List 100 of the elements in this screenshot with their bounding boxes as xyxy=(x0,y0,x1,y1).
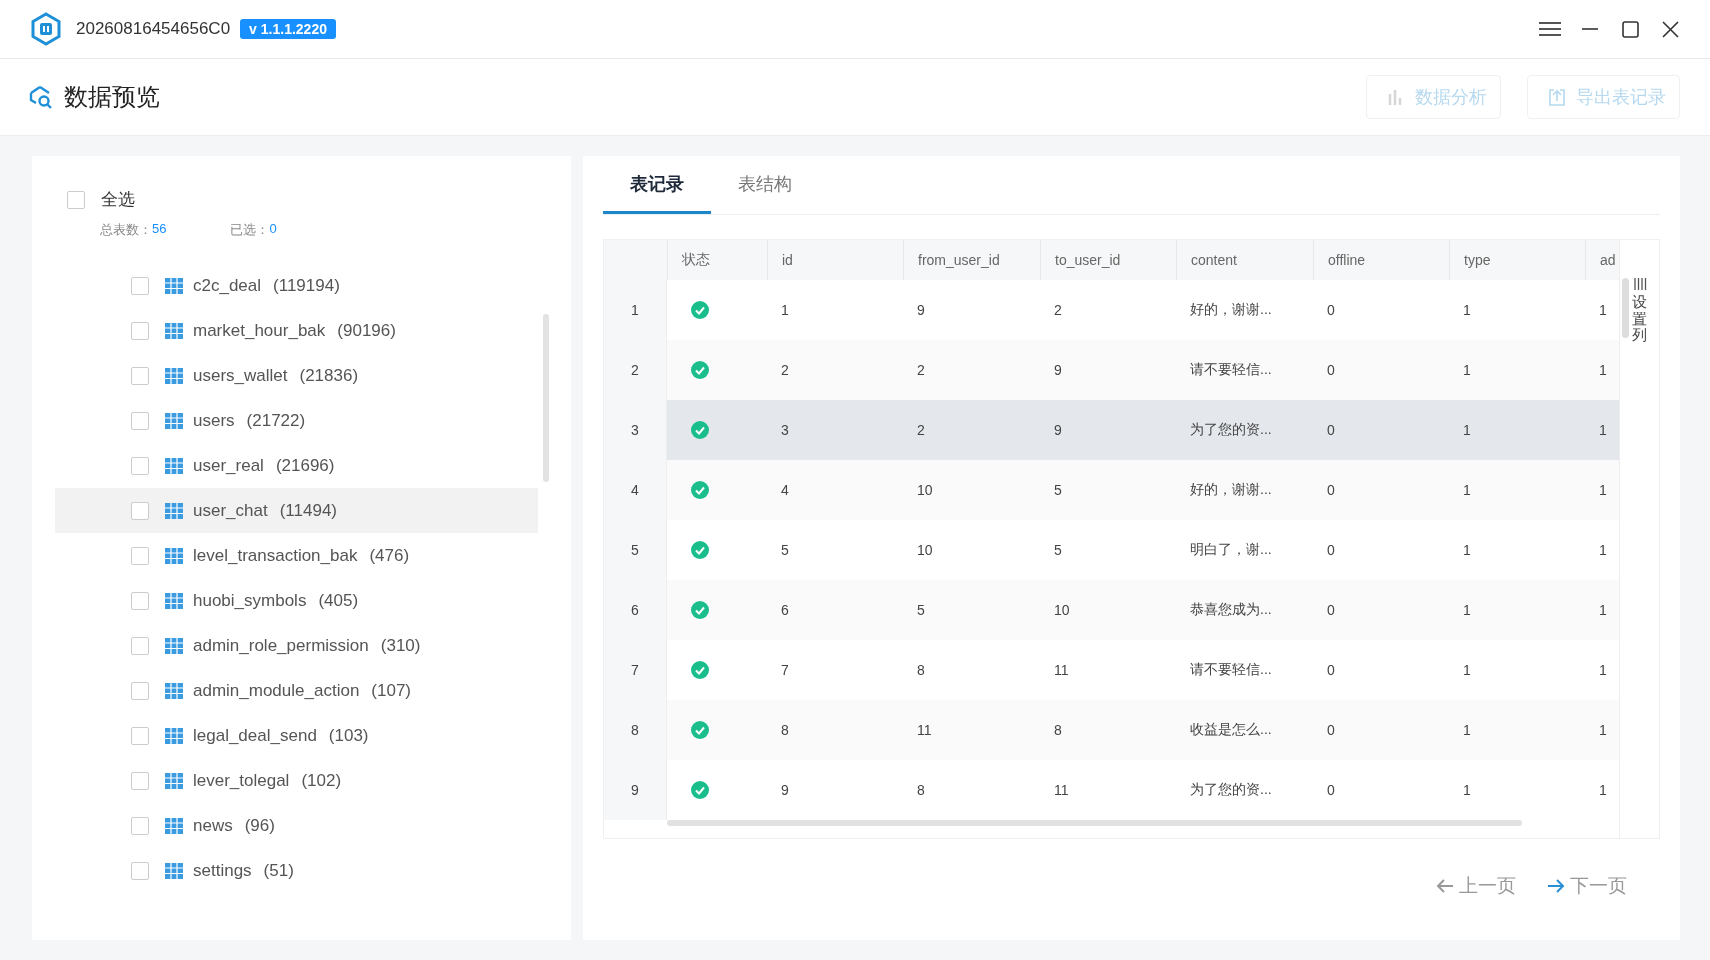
app-logo-icon xyxy=(30,12,62,46)
table-cell-text: 1 xyxy=(1598,601,1608,620)
table-cell-text: 1 xyxy=(1598,361,1608,380)
checkbox[interactable] xyxy=(131,591,149,610)
table-icon xyxy=(165,682,183,699)
table-list-item[interactable]: admin_role_permission (310) xyxy=(55,623,538,668)
table-cell-text: 1 xyxy=(1598,481,1608,500)
checkbox[interactable] xyxy=(131,411,149,430)
table-name: news xyxy=(193,815,233,836)
table-cell-text: 0 xyxy=(1326,301,1336,320)
table-cell-text: 0 xyxy=(1326,421,1336,440)
table-cell-text: 1 xyxy=(1462,601,1472,620)
row-number: 1 xyxy=(604,280,667,340)
table-cell-text: 9 xyxy=(1053,361,1063,380)
checkbox[interactable] xyxy=(131,501,149,520)
select-all-label: 全选 xyxy=(101,189,135,211)
table-cell-text: 恭喜您成为... xyxy=(1189,600,1273,619)
table-cell-text: 9 xyxy=(1053,421,1063,440)
table-list-item[interactable]: huobi_symbols (405) xyxy=(55,578,538,623)
table-name: settings xyxy=(193,860,252,881)
table-icon xyxy=(165,862,183,879)
table-name: lever_tolegal xyxy=(193,770,290,791)
row-number: 4 xyxy=(604,460,667,520)
table-list-item[interactable]: users_wallet (21836) xyxy=(55,353,538,398)
table-name: huobi_symbols xyxy=(193,590,307,611)
table-icon xyxy=(165,277,183,294)
table-row[interactable]: 3 3 2 9 为了您的资... 0 1 1 xyxy=(604,400,1619,460)
table-list-item[interactable]: user_chat (11494) xyxy=(55,488,538,533)
table-cell-text: 9 xyxy=(916,301,926,320)
tab[interactable]: 表记录 xyxy=(603,156,711,214)
table-cell-text: 5 xyxy=(916,601,926,620)
table-cell-text: 5 xyxy=(1053,481,1063,500)
table-list-item[interactable]: lever_tolegal (102) xyxy=(55,758,538,803)
scrollbar[interactable] xyxy=(543,314,549,482)
table-row[interactable]: 2 2 2 9 请不要轻信... 0 1 1 xyxy=(604,340,1619,400)
columns-icon xyxy=(1632,278,1647,290)
table-cell-text: 1 xyxy=(1462,481,1472,500)
table-row[interactable]: 8 8 11 8 收益是怎么... 0 1 1 xyxy=(604,700,1619,760)
table-list-item[interactable]: users (21722) xyxy=(55,398,538,443)
checkbox[interactable] xyxy=(131,456,149,475)
checkbox[interactable] xyxy=(131,321,149,340)
table-list-item[interactable]: c2c_deal (119194) xyxy=(55,263,538,308)
table-list-item[interactable]: legal_deal_send (103) xyxy=(55,713,538,758)
column-header: to_user_id xyxy=(1040,240,1176,280)
row-count: (102) xyxy=(301,770,342,791)
table-icon xyxy=(165,817,183,834)
checkbox[interactable] xyxy=(131,681,149,700)
table-cell-text: 好的，谢谢... xyxy=(1189,300,1273,319)
checkbox[interactable] xyxy=(131,726,149,745)
row-number: 7 xyxy=(604,640,667,700)
column-header: type xyxy=(1449,240,1585,280)
table-name: level_transaction_bak xyxy=(193,545,358,566)
column-settings-button[interactable]: 设置列 xyxy=(1632,278,1647,344)
table-name: admin_role_permission xyxy=(193,635,369,656)
column-header: offline xyxy=(1313,240,1449,280)
row-count: (21696) xyxy=(275,455,335,476)
checkbox[interactable] xyxy=(131,276,149,295)
table-name: legal_deal_send xyxy=(193,725,317,746)
export-icon xyxy=(1548,88,1566,106)
table-row[interactable]: 4 4 10 5 好的，谢谢... 0 1 1 xyxy=(604,460,1619,520)
table-cell-text: 11 xyxy=(1053,781,1070,800)
table-name: user_real xyxy=(193,455,264,476)
row-count: (476) xyxy=(369,545,410,566)
table-cell-text: 1 xyxy=(1462,361,1472,380)
table-list-item[interactable]: settings (51) xyxy=(55,848,538,893)
checkbox[interactable] xyxy=(131,861,149,880)
table-list-item[interactable]: admin_module_action (107) xyxy=(55,668,538,713)
table-cell-text: 9 xyxy=(780,781,790,800)
checkbox[interactable] xyxy=(131,546,149,565)
table-list-item[interactable]: market_hour_bak (90196) xyxy=(55,308,538,353)
row-number: 5 xyxy=(604,520,667,580)
table-cell-text: 5 xyxy=(780,541,790,560)
table-cell-text: 10 xyxy=(916,541,934,560)
checkbox[interactable] xyxy=(131,366,149,385)
table-cell-text: 请不要轻信... xyxy=(1189,660,1273,679)
table-cell-text: 收益是怎么... xyxy=(1189,720,1273,739)
table-cell-text: 0 xyxy=(1326,721,1336,740)
table-row[interactable]: 6 6 5 10 恭喜您成为... 0 1 1 xyxy=(604,580,1619,640)
table-cell-text: 0 xyxy=(1326,601,1336,620)
checkbox[interactable] xyxy=(131,816,149,835)
version-badge: v 1.1.1.2220 xyxy=(240,19,336,39)
table-list-item[interactable]: level_transaction_bak (476) xyxy=(55,533,538,578)
table-cell-text: 0 xyxy=(1326,541,1336,560)
table-cell-text: 1 xyxy=(1462,421,1472,440)
table-icon xyxy=(165,637,183,654)
table-list-item[interactable]: user_real (21696) xyxy=(55,443,538,488)
scrollbar[interactable] xyxy=(667,820,1522,826)
table-list-item[interactable]: news (96) xyxy=(55,803,538,848)
checkbox[interactable] xyxy=(131,771,149,790)
checkbox[interactable] xyxy=(131,636,149,655)
table-cell-text: 请不要轻信... xyxy=(1189,360,1273,379)
scrollbar[interactable] xyxy=(1622,278,1629,338)
table-cell-text: 2 xyxy=(1053,301,1063,320)
table-cell-text: 5 xyxy=(1053,541,1063,560)
tab[interactable]: 表结构 xyxy=(711,156,819,214)
table-cell-text: 1 xyxy=(1598,421,1608,440)
table-cell-text: 1 xyxy=(1598,661,1608,680)
data-search-icon xyxy=(28,84,54,110)
checkbox[interactable] xyxy=(67,190,85,209)
row-count: (51) xyxy=(263,860,294,881)
